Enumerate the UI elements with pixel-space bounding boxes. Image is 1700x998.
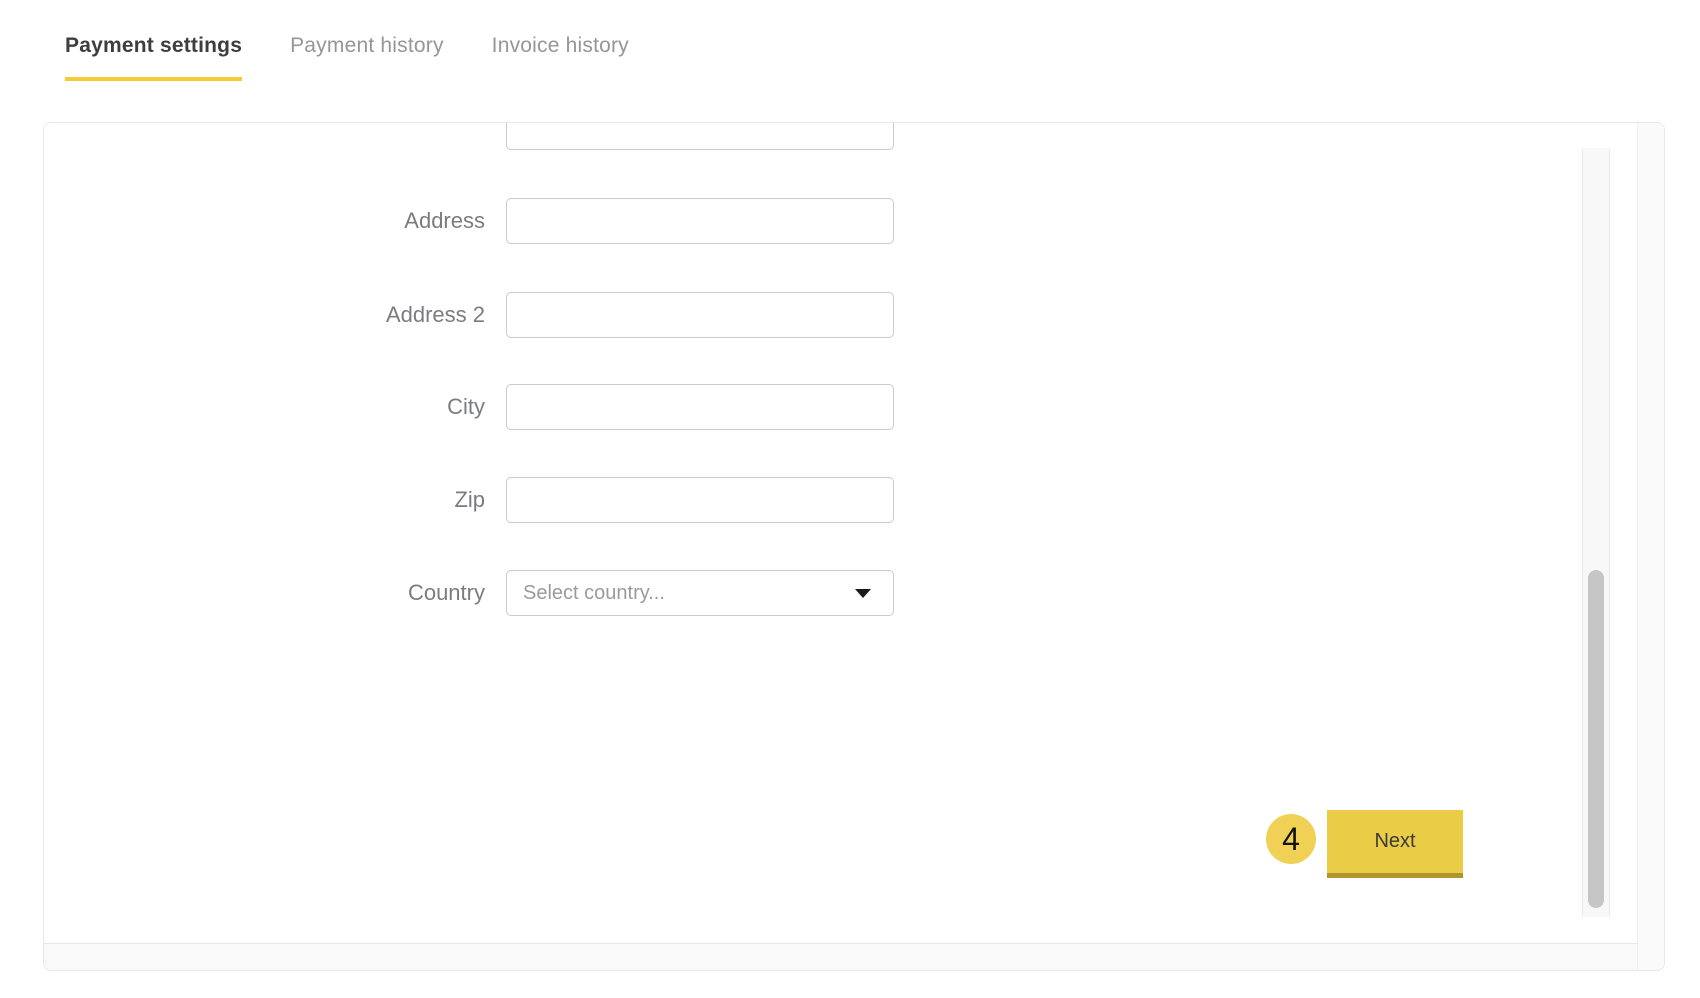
chevron-down-icon — [855, 588, 871, 598]
next-button[interactable]: Next — [1327, 810, 1463, 878]
tab-invoice-history[interactable]: Invoice history — [492, 34, 629, 81]
panel-footer-strip — [44, 943, 1637, 970]
address2-input[interactable] — [506, 292, 894, 338]
zip-input[interactable] — [506, 477, 894, 523]
country-label: Country — [407, 580, 485, 605]
cropped-previous-field-input[interactable] — [506, 123, 894, 150]
tab-payment-history[interactable]: Payment history — [290, 34, 444, 81]
zip-label: Zip — [454, 487, 485, 512]
step-4-badge: 4 — [1266, 814, 1316, 864]
panel-scrollbar-track[interactable] — [1637, 123, 1664, 970]
billing-page: Payment settings Payment history Invoice… — [0, 0, 1700, 998]
form-scrollbar-track[interactable] — [1582, 148, 1610, 917]
payment-settings-panel: Address Address 2 City Zip Country Selec… — [43, 122, 1665, 971]
form-scrollbar-thumb[interactable] — [1588, 570, 1604, 908]
city-label: City — [447, 394, 485, 419]
tab-payment-settings[interactable]: Payment settings — [65, 34, 243, 81]
billing-address-form: Address Address 2 City Zip Country Selec… — [44, 123, 1637, 943]
address-label: Address — [404, 208, 485, 233]
address2-label: Address 2 — [385, 302, 485, 327]
country-select-placeholder: Select country... — [523, 581, 665, 604]
country-select[interactable]: Select country... — [506, 570, 894, 616]
address-input[interactable] — [506, 198, 894, 244]
billing-tabs: Payment settings Payment history Invoice… — [65, 34, 629, 81]
city-input[interactable] — [506, 384, 894, 430]
